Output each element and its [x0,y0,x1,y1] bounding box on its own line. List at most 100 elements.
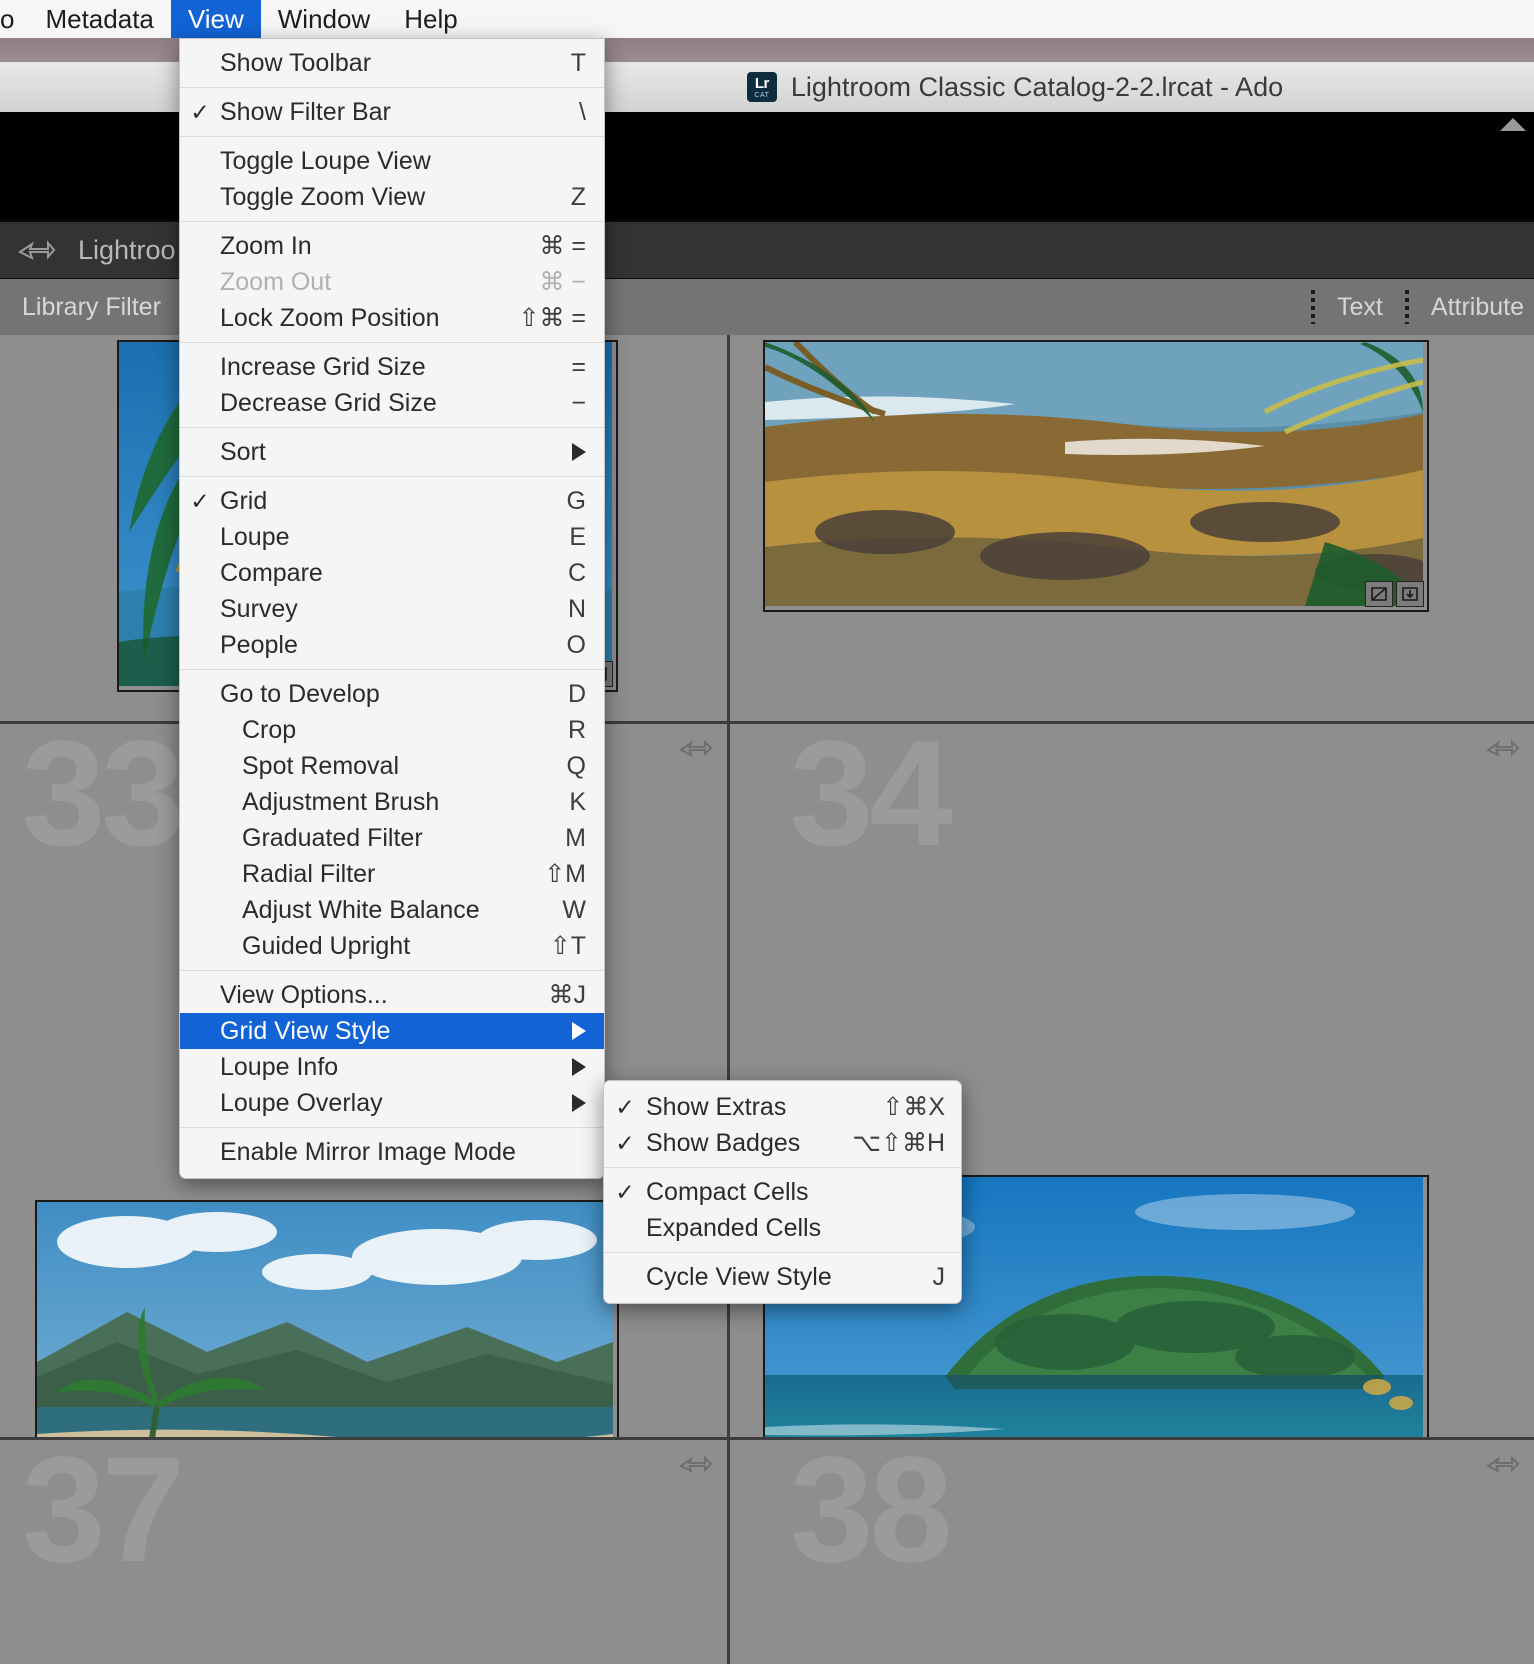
grid-view-style-item-expanded-cells[interactable]: Expanded Cells [604,1210,961,1246]
lightroom-icon-letters: Lr [754,74,770,92]
view-menu-item-lock-zoom-position[interactable]: Lock Zoom Position ⇧⌘ = [180,300,604,336]
menu-separator [180,87,604,88]
filter-tab-attribute[interactable]: Attribute [1431,293,1524,322]
photo-thumbnail[interactable] [35,1200,619,1437]
flag-icon[interactable] [679,738,713,758]
menu-item-label: Guided Upright [242,931,411,960]
view-menu-item-survey[interactable]: Survey N [180,591,604,627]
view-menu-item-enable-mirror-image-mode[interactable]: Enable Mirror Image Mode [180,1134,604,1170]
menu-item-label: View Options... [220,980,388,1009]
view-menu-item-graduated-filter[interactable]: Graduated Filter M [180,820,604,856]
menu-item-view[interactable]: View [170,0,261,38]
view-menu-item-grid-view-style[interactable]: Grid View Style [180,1013,604,1049]
flag-icon[interactable] [679,1454,713,1474]
menu-item-shortcut: K [569,787,586,816]
grid-view-style-item-compact-cells[interactable]: ✓ Compact Cells [604,1174,961,1210]
menu-item-shortcut: M [565,823,586,852]
view-menu-item-radial-filter[interactable]: Radial Filter ⇧M [180,856,604,892]
grid-view-style-item-cycle-view-style[interactable]: Cycle View Style J [604,1259,961,1295]
grid-view-style-item-show-extras[interactable]: ✓ Show Extras ⇧⌘X [604,1089,961,1125]
submenu-arrow-icon [572,443,586,461]
scroll-up-triangle-icon[interactable] [1500,118,1526,131]
filter-separator-dots [1311,290,1316,324]
view-menu-item-spot-removal[interactable]: Spot Removal Q [180,748,604,784]
checkmark-icon: ✓ [190,98,210,125]
menu-item-shortcut: O [566,630,586,659]
menu-item-label: Show Filter Bar [220,97,391,126]
menu-item-shortcut: − [571,388,586,417]
menu-item-label: Adjust White Balance [242,895,480,924]
menu-item-help[interactable]: Help [387,0,474,38]
lightroom-icon-cat-label: CAT [754,91,770,99]
view-menu-item-compare[interactable]: Compare C [180,555,604,591]
menu-separator [180,221,604,222]
menu-item-label: Decrease Grid Size [220,388,437,417]
grid-cell-index: 37 [22,1440,185,1593]
view-menu-item-people[interactable]: People O [180,627,604,663]
thumbnail-badges[interactable] [1365,581,1424,607]
view-menu-item-loupe[interactable]: Loupe E [180,519,604,555]
view-menu-item-crop[interactable]: Crop R [180,712,604,748]
library-filter-label: Library Filter [22,292,161,321]
view-menu-item-increase-grid-size[interactable]: Increase Grid Size = [180,349,604,385]
menu-item-metadata[interactable]: Metadata [28,0,170,38]
view-menu-item-grid[interactable]: ✓ Grid G [180,483,604,519]
menu-item-label: Lock Zoom Position [220,303,440,332]
view-menu-item-adjustment-brush[interactable]: Adjustment Brush K [180,784,604,820]
menu-item-label: Zoom In [220,231,312,260]
menu-separator [180,427,604,428]
crop-badge-icon[interactable] [1365,581,1393,607]
menu-item-label: Increase Grid Size [220,352,426,381]
view-menu-item-zoom-in[interactable]: Zoom In ⌘ = [180,228,604,264]
menu-item-label: Loupe Overlay [220,1088,383,1117]
filter-tab-text[interactable]: Text [1337,293,1383,322]
grid-view-style-submenu[interactable]: ✓ Show Extras ⇧⌘X ✓ Show Badges ⌥⇧⌘H ✓ Compact … [603,1080,962,1304]
menu-item-label: Grid [220,486,268,515]
view-menu-item-go-to-develop[interactable]: Go to Develop D [180,676,604,712]
menu-item-label: Enable Mirror Image Mode [220,1137,516,1166]
view-menu-item-show-filter-bar[interactable]: ✓ Show Filter Bar \ [180,94,604,130]
flag-icon [18,239,56,261]
menu-item-photo-clipped[interactable]: o [0,0,28,38]
checkmark-icon: ✓ [615,1129,635,1156]
view-menu-item-loupe-info[interactable]: Loupe Info [180,1049,604,1085]
view-menu-item-sort[interactable]: Sort [180,434,604,470]
photo-thumbnail[interactable] [763,340,1429,612]
view-menu-dropdown[interactable]: Show Toolbar T ✓ Show Filter Bar \ Toggle Lou… [179,38,605,1179]
menu-item-shortcut: ⌘ = [539,232,586,260]
identity-plate-text: Lightroo [78,234,176,265]
menu-item-window[interactable]: Window [261,0,387,38]
menu-item-shortcut: Q [566,751,586,780]
flag-icon[interactable] [1486,1454,1520,1474]
view-menu-item-adjust-white-balance[interactable]: Adjust White Balance W [180,892,604,928]
menu-item-shortcut: ⌥⇧⌘H [852,1129,945,1157]
checkmark-icon: ✓ [615,1093,635,1120]
view-menu-item-toggle-loupe-view[interactable]: Toggle Loupe View [180,143,604,179]
submenu-arrow-icon [572,1058,586,1076]
menu-separator [180,669,604,670]
grid-cell-index: 34 [790,724,953,877]
menu-separator [604,1252,961,1253]
view-menu-item-toggle-zoom-view[interactable]: Toggle Zoom View Z [180,179,604,215]
view-menu-item-view-options[interactable]: View Options... ⌘J [180,977,604,1013]
menu-item-label: Grid View Style [220,1016,391,1045]
menu-item-shortcut: ⇧⌘X [882,1093,945,1121]
grid-view-style-item-show-badges[interactable]: ✓ Show Badges ⌥⇧⌘H [604,1125,961,1161]
menu-separator [180,970,604,971]
menu-separator [180,1127,604,1128]
menu-item-label: Crop [242,715,297,744]
grid-cell[interactable] [730,335,1534,721]
view-menu-item-decrease-grid-size[interactable]: Decrease Grid Size − [180,385,604,421]
menu-item-label: Cycle View Style [646,1262,832,1291]
checkmark-icon: ✓ [190,487,210,514]
grid-cell[interactable]: 38 [730,1440,1534,1664]
develop-badge-icon[interactable] [1396,581,1424,607]
flag-icon[interactable] [1486,738,1520,758]
view-menu-item-guided-upright[interactable]: Guided Upright ⇧T [180,928,604,964]
menu-item-shortcut: E [569,522,586,551]
app-menu-bar[interactable]: o Metadata View Window Help [0,0,1534,38]
view-menu-item-show-toolbar[interactable]: Show Toolbar T [180,45,604,81]
grid-cell[interactable]: 37 [0,1440,727,1664]
view-menu-item-loupe-overlay[interactable]: Loupe Overlay [180,1085,604,1121]
menu-item-shortcut: W [562,895,586,924]
